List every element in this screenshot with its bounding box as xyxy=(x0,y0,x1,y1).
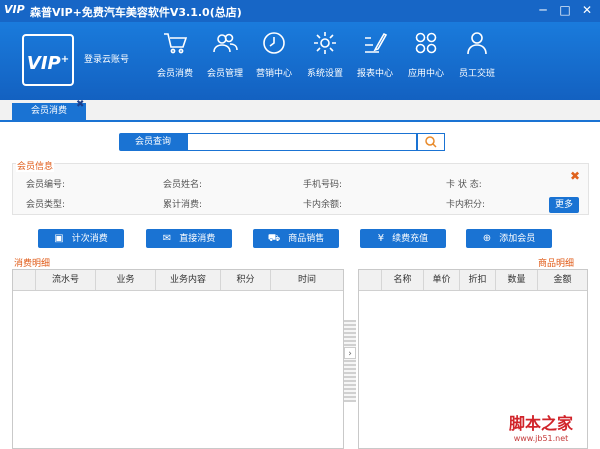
consumption-table: 流水号 业务 业务内容 积分 时间 xyxy=(12,269,344,449)
users-icon xyxy=(213,33,238,53)
title-bar: VIP 森普VIP+免费汽车美容软件V3.1.0(总店) ─ □ ✕ xyxy=(0,0,600,22)
column-header[interactable]: 业务 xyxy=(95,270,155,290)
window-title: 森普VIP+免费汽车美容软件V3.1.0(总店) xyxy=(30,6,242,19)
clock-icon xyxy=(263,32,285,54)
nav-marketing[interactable]: 营销中心 xyxy=(249,30,299,90)
field-total-spent: 累计消费: xyxy=(163,200,203,210)
login-cloud-link[interactable]: 登录云账号 xyxy=(84,52,129,65)
consumption-title: 消费明细 xyxy=(14,259,51,269)
field-member-no: 会员编号: xyxy=(26,180,66,190)
column-header[interactable]: 金额 xyxy=(537,270,587,290)
nav-reports[interactable]: 报表中心 xyxy=(350,30,400,90)
row-header-cell xyxy=(13,270,35,290)
column-header[interactable]: 业务内容 xyxy=(155,270,220,290)
field-member-name: 会员姓名: xyxy=(163,180,203,190)
nav-member-manage[interactable]: 会员管理 xyxy=(200,30,250,90)
nav-staff-shift[interactable]: 员工交班 xyxy=(452,30,502,90)
field-card-points: 卡内积分: xyxy=(446,200,486,210)
tab-close-icon[interactable]: ✖ xyxy=(76,100,86,110)
products-title: 商品明细 xyxy=(538,259,575,269)
nav-label: 营销中心 xyxy=(255,69,292,79)
nav-member-consume[interactable]: 会员消费 xyxy=(150,30,200,90)
envelope-icon: ✉ xyxy=(162,233,172,244)
column-header[interactable]: 积分 xyxy=(220,270,270,290)
search-button[interactable] xyxy=(417,133,445,151)
watermark-title: 脚本之家 xyxy=(508,414,573,433)
maximize-button[interactable]: □ xyxy=(554,1,576,19)
close-member-icon[interactable]: ✖ xyxy=(570,169,580,183)
member-search-input[interactable] xyxy=(187,133,417,151)
count-consume-button[interactable]: ▣ 计次消费 xyxy=(38,229,124,248)
column-header[interactable]: 名称 xyxy=(381,270,423,290)
field-card-status: 卡 状 态: xyxy=(446,180,482,190)
tab-label: 会员消费 xyxy=(30,106,67,116)
recharge-button[interactable]: ¥ 续费充值 xyxy=(360,229,446,248)
member-info-title: 会员信息 xyxy=(16,159,55,172)
close-window-button[interactable]: ✕ xyxy=(576,1,598,19)
yuan-icon: ¥ xyxy=(377,233,385,244)
column-header[interactable]: 时间 xyxy=(270,270,343,290)
add-member-button[interactable]: ⊕ 添加会员 xyxy=(466,229,552,248)
tab-bar: 会员消费 ✖ xyxy=(0,100,600,122)
column-header[interactable]: 数量 xyxy=(495,270,537,290)
nav-label: 员工交班 xyxy=(458,69,495,79)
watermark: 脚本之家 www.jb51.net xyxy=(491,410,591,443)
column-header[interactable]: 单价 xyxy=(423,270,459,290)
member-info-panel xyxy=(12,163,589,215)
apps-icon xyxy=(415,32,437,54)
row-header-cell xyxy=(359,270,381,290)
nav-label: 会员消费 xyxy=(156,69,193,79)
field-phone: 手机号码: xyxy=(303,180,343,190)
nav-settings[interactable]: 系统设置 xyxy=(300,30,350,90)
nav-label: 系统设置 xyxy=(306,69,343,79)
tab-member-consume[interactable]: 会员消费 xyxy=(12,103,86,120)
column-header[interactable]: 流水号 xyxy=(35,270,95,290)
consumption-header: 流水号 业务 业务内容 积分 时间 xyxy=(13,270,343,291)
report-icon xyxy=(365,32,388,53)
minimize-button[interactable]: ─ xyxy=(532,1,554,19)
picture-icon: ▣ xyxy=(54,233,64,244)
field-member-type: 会员类型: xyxy=(26,200,66,210)
nav-label: 会员管理 xyxy=(206,69,243,79)
person-icon xyxy=(467,32,487,55)
panel-splitter[interactable] xyxy=(344,320,356,402)
products-header: 名称 单价 折扣 数量 金额 xyxy=(359,270,587,291)
product-sale-button[interactable]: ⛟ 商品销售 xyxy=(253,229,339,248)
watermark-url: www.jb51.net xyxy=(513,434,569,443)
direct-consume-button[interactable]: ✉ 直接消费 xyxy=(146,229,232,248)
chevron-right-icon[interactable]: › xyxy=(344,347,356,359)
header: VIP+ 登录云账号 会员消费 会员管理 营销中心 系统设置 报表中心 应用中心… xyxy=(0,22,600,100)
nav-label: 报表中心 xyxy=(356,69,393,79)
vip-logo: VIP+ xyxy=(22,34,74,86)
cart-icon xyxy=(164,33,188,54)
nav-label: 应用中心 xyxy=(407,69,444,79)
nav-apps[interactable]: 应用中心 xyxy=(401,30,451,90)
column-header[interactable]: 折扣 xyxy=(459,270,495,290)
app-logo: VIP xyxy=(4,3,25,16)
field-card-balance: 卡内余额: xyxy=(303,200,343,210)
gear-icon xyxy=(314,32,336,54)
plus-circle-icon: ⊕ xyxy=(482,233,492,244)
more-button[interactable]: 更多 xyxy=(549,197,579,213)
cart-icon: ⛟ xyxy=(267,233,281,244)
member-search-button[interactable]: 会员查询 xyxy=(119,133,187,151)
search-icon xyxy=(425,136,437,148)
